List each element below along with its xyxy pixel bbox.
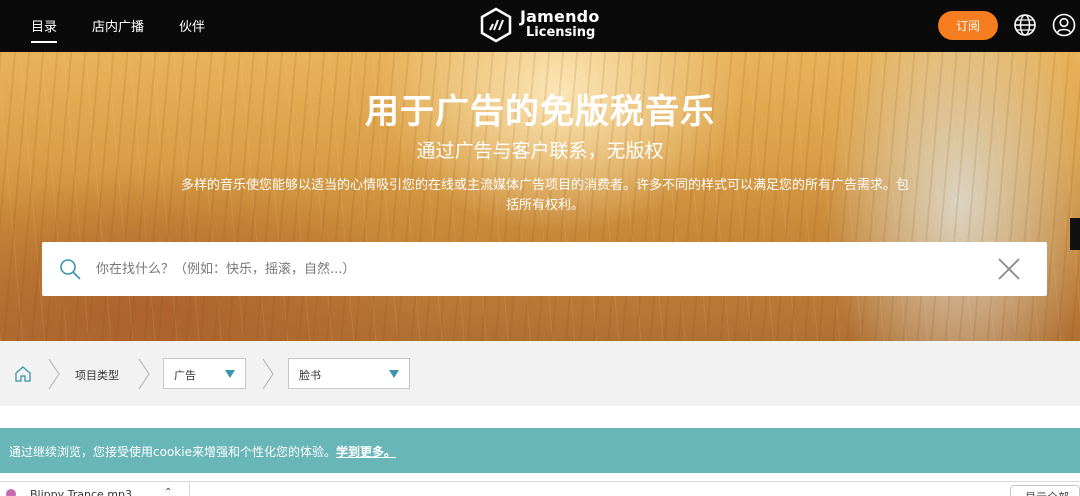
download-file-name[interactable]: Blippy Trance.mp3 bbox=[30, 488, 132, 496]
filter-bar: 项目类型 广告 脸书 bbox=[0, 341, 1080, 406]
search-input[interactable] bbox=[96, 256, 976, 282]
globe-icon[interactable] bbox=[1013, 13, 1037, 37]
main-nav: 目录 店内广播 伙伴 bbox=[31, 0, 240, 52]
chevron-right-icon bbox=[48, 358, 60, 390]
chevron-right-icon bbox=[138, 358, 150, 390]
jamendo-licensing-logo[interactable]: Jamendo Licensing bbox=[480, 7, 600, 43]
home-icon[interactable] bbox=[14, 365, 32, 383]
close-icon[interactable] bbox=[997, 258, 1021, 280]
dropdown-arrow-icon bbox=[225, 370, 235, 378]
nav-item-in-store-radio[interactable]: 店内广播 bbox=[92, 16, 144, 37]
cookie-banner: 通过继续浏览，您接受使用cookie来增强和个性化您的体验。学到更多。 bbox=[0, 428, 1080, 473]
platform-select-value: 脸书 bbox=[299, 369, 321, 382]
dropdown-arrow-icon bbox=[389, 370, 399, 378]
hero-banner: 用于广告的免版税音乐 通过广告与客户联系，无版权 多样的音乐使您能够以适当的心情… bbox=[0, 52, 1080, 341]
nav-item-partners[interactable]: 伙伴 bbox=[179, 16, 205, 37]
download-shelf: Blippy Trance.mp3 ⌃ 显示全部 bbox=[0, 481, 1080, 496]
chevron-up-icon[interactable]: ⌃ bbox=[164, 487, 172, 496]
category-select-value: 广告 bbox=[174, 369, 196, 382]
top-navigation-bar: 目录 店内广播 伙伴 Jamendo Licensing 订阅 bbox=[0, 0, 1080, 52]
shelf-divider bbox=[189, 482, 190, 496]
learn-more-link[interactable]: 学到更多。 bbox=[336, 445, 396, 459]
search-icon[interactable] bbox=[58, 257, 82, 281]
subscribe-button[interactable]: 订阅 bbox=[938, 11, 998, 40]
nav-item-catalog[interactable]: 目录 bbox=[31, 16, 58, 43]
side-feedback-tab[interactable] bbox=[1070, 218, 1080, 250]
show-all-button[interactable]: 显示全部 bbox=[1010, 485, 1080, 496]
user-icon[interactable] bbox=[1052, 13, 1076, 37]
platform-select[interactable]: 脸书 bbox=[288, 358, 410, 389]
search-bar bbox=[42, 242, 1047, 296]
hero-subtitle: 通过广告与客户联系，无版权 bbox=[416, 140, 664, 162]
hero-description: 多样的音乐使您能够以适当的心情吸引您的在线或主流媒体广告项目的消费者。许多不同的… bbox=[180, 178, 909, 213]
logo-text-licensing: Licensing bbox=[526, 25, 596, 40]
hero-title: 用于广告的免版税音乐 bbox=[365, 92, 715, 132]
logo-hexagon-icon bbox=[480, 7, 512, 43]
breadcrumb-project-type[interactable]: 项目类型 bbox=[75, 367, 119, 383]
cookie-message: 通过继续浏览，您接受使用cookie来增强和个性化您的体验。 bbox=[9, 445, 336, 459]
category-select[interactable]: 广告 bbox=[163, 358, 246, 389]
audio-file-icon bbox=[6, 489, 16, 496]
logo-text-jamendo: Jamendo bbox=[520, 7, 600, 26]
chevron-right-icon bbox=[262, 358, 274, 390]
